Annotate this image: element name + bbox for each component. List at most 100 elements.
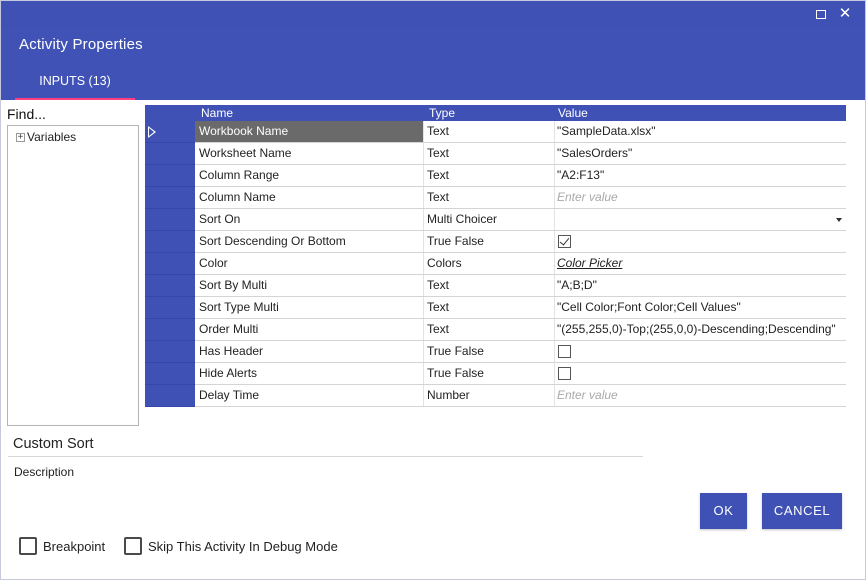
- property-value-text: Enter value: [557, 388, 618, 402]
- property-type: Text: [424, 187, 555, 208]
- tree-node-label: Variables: [27, 130, 77, 144]
- property-name: Has Header: [195, 341, 424, 362]
- property-value-input[interactable]: "(255,255,0)-Top;(255,0,0)-Descending;De…: [555, 319, 846, 340]
- value-checkbox[interactable]: [558, 235, 571, 248]
- grid-row[interactable]: Worksheet Name Text "SalesOrders": [145, 143, 846, 165]
- skip-debug-checkbox[interactable]: [124, 537, 142, 555]
- value-checkbox[interactable]: [558, 345, 571, 358]
- property-name: Worksheet Name: [195, 143, 424, 164]
- row-header[interactable]: [145, 253, 195, 275]
- property-value-text: Enter value: [557, 190, 618, 204]
- property-value-text: "(255,255,0)-Top;(255,0,0)-Descending;De…: [557, 322, 836, 336]
- property-value-dropdown[interactable]: [555, 209, 846, 230]
- property-name: Column Name: [195, 187, 424, 208]
- row-header[interactable]: [145, 187, 195, 209]
- find-search[interactable]: Find...: [7, 106, 46, 122]
- property-value-checkbox[interactable]: [555, 363, 846, 384]
- property-type: Text: [424, 275, 555, 296]
- close-icon[interactable]: ✕: [835, 4, 855, 24]
- property-type: Text: [424, 121, 555, 142]
- property-name: Sort Type Multi: [195, 297, 424, 318]
- activity-name: Custom Sort: [13, 436, 94, 452]
- grid-row[interactable]: Delay Time Number Enter value: [145, 385, 846, 407]
- breakpoint-option[interactable]: Breakpoint: [19, 537, 105, 555]
- dialog-title: Activity Properties: [19, 36, 143, 53]
- property-value-checkbox[interactable]: [555, 341, 846, 362]
- property-value-input[interactable]: "SalesOrders": [555, 143, 846, 164]
- property-type: Text: [424, 319, 555, 340]
- row-header[interactable]: [145, 209, 195, 231]
- grid-body: Workbook Name Text "SampleData.xlsx" Worksh…: [145, 121, 846, 407]
- color-picker-link[interactable]: Color Picker: [555, 253, 846, 274]
- variables-tree: + Variables: [7, 125, 139, 426]
- property-value-text: "SalesOrders": [557, 146, 633, 160]
- tab-inputs[interactable]: INPUTS (13): [15, 71, 135, 100]
- tab-inputs-label: INPUTS (13): [39, 74, 111, 88]
- grid-row[interactable]: Has Header True False: [145, 341, 846, 363]
- property-value-checkbox[interactable]: [555, 231, 846, 252]
- grid-row[interactable]: Column Name Text Enter value: [145, 187, 846, 209]
- row-header[interactable]: [145, 297, 195, 319]
- property-value-text: "Cell Color;Font Color;Cell Values": [557, 300, 741, 314]
- row-header[interactable]: [145, 319, 195, 341]
- property-name: Order Multi: [195, 319, 424, 340]
- property-name: Sort On: [195, 209, 424, 230]
- grid-row[interactable]: Sort By Multi Text "A;B;D": [145, 275, 846, 297]
- property-value-text: "SampleData.xlsx": [557, 124, 656, 138]
- column-header-name[interactable]: Name: [201, 106, 233, 120]
- property-name: Sort By Multi: [195, 275, 424, 296]
- maximize-icon[interactable]: [811, 4, 831, 24]
- property-value-input[interactable]: "A2:F13": [555, 165, 846, 186]
- breakpoint-checkbox[interactable]: [19, 537, 37, 555]
- property-type: True False: [424, 231, 555, 252]
- breakpoint-label: Breakpoint: [43, 538, 106, 554]
- property-value-text: Color Picker: [557, 256, 623, 270]
- column-header-type[interactable]: Type: [429, 106, 455, 120]
- column-header-value[interactable]: Value: [558, 106, 588, 120]
- grid-row[interactable]: Column Range Text "A2:F13": [145, 165, 846, 187]
- row-header[interactable]: [145, 363, 195, 385]
- row-header[interactable]: [145, 275, 195, 297]
- property-value-input[interactable]: Enter value: [555, 187, 846, 208]
- grid-row[interactable]: Hide Alerts True False: [145, 363, 846, 385]
- activity-properties-dialog: ✕ Activity Properties INPUTS (13) Find..…: [0, 0, 866, 580]
- property-name: Delay Time: [195, 385, 424, 406]
- value-checkbox[interactable]: [558, 367, 571, 380]
- description-label: Description: [14, 465, 75, 479]
- dialog-header: Activity Properties INPUTS (13): [1, 27, 865, 100]
- property-type: Text: [424, 165, 555, 186]
- property-value-input[interactable]: "SampleData.xlsx": [555, 121, 846, 142]
- row-header[interactable]: [145, 143, 195, 165]
- ok-button[interactable]: OK: [700, 493, 747, 529]
- property-name: Hide Alerts: [195, 363, 424, 384]
- grid-row[interactable]: Workbook Name Text "SampleData.xlsx": [145, 121, 846, 143]
- grid-row[interactable]: Color Colors Color Picker: [145, 253, 846, 275]
- tree-node-variables[interactable]: + Variables: [16, 130, 76, 144]
- grid-row[interactable]: Sort Type Multi Text "Cell Color;Font Colo…: [145, 297, 846, 319]
- row-header[interactable]: [145, 121, 195, 143]
- dropdown-arrow-icon[interactable]: [836, 218, 842, 222]
- row-header[interactable]: [145, 165, 195, 187]
- property-value-input[interactable]: Enter value: [555, 385, 846, 406]
- property-type: Text: [424, 297, 555, 318]
- property-value-input[interactable]: "A;B;D": [555, 275, 846, 296]
- property-value-text: "A2:F13": [557, 168, 605, 182]
- row-header[interactable]: [145, 231, 195, 253]
- property-value-text: "A;B;D": [557, 278, 597, 292]
- properties-grid: Name Type Value Workbook Name Text "Sample…: [145, 105, 846, 407]
- skip-debug-option[interactable]: Skip This Activity In Debug Mode: [124, 537, 338, 555]
- skip-debug-label: Skip This Activity In Debug Mode: [148, 538, 338, 554]
- row-header[interactable]: [145, 385, 195, 407]
- cancel-button[interactable]: CANCEL: [762, 493, 842, 529]
- grid-header: Name Type Value: [145, 105, 846, 121]
- expand-icon[interactable]: +: [16, 132, 25, 142]
- property-value-input[interactable]: "Cell Color;Font Color;Cell Values": [555, 297, 846, 318]
- property-name: Sort Descending Or Bottom: [195, 231, 424, 252]
- property-type: Number: [424, 385, 555, 406]
- tab-active-indicator: [15, 98, 135, 100]
- grid-row[interactable]: Order Multi Text "(255,255,0)-Top;(255,0,0…: [145, 319, 846, 341]
- grid-row[interactable]: Sort On Multi Choicer: [145, 209, 846, 231]
- grid-row[interactable]: Sort Descending Or Bottom True False: [145, 231, 846, 253]
- row-header[interactable]: [145, 341, 195, 363]
- property-name: Color: [195, 253, 424, 274]
